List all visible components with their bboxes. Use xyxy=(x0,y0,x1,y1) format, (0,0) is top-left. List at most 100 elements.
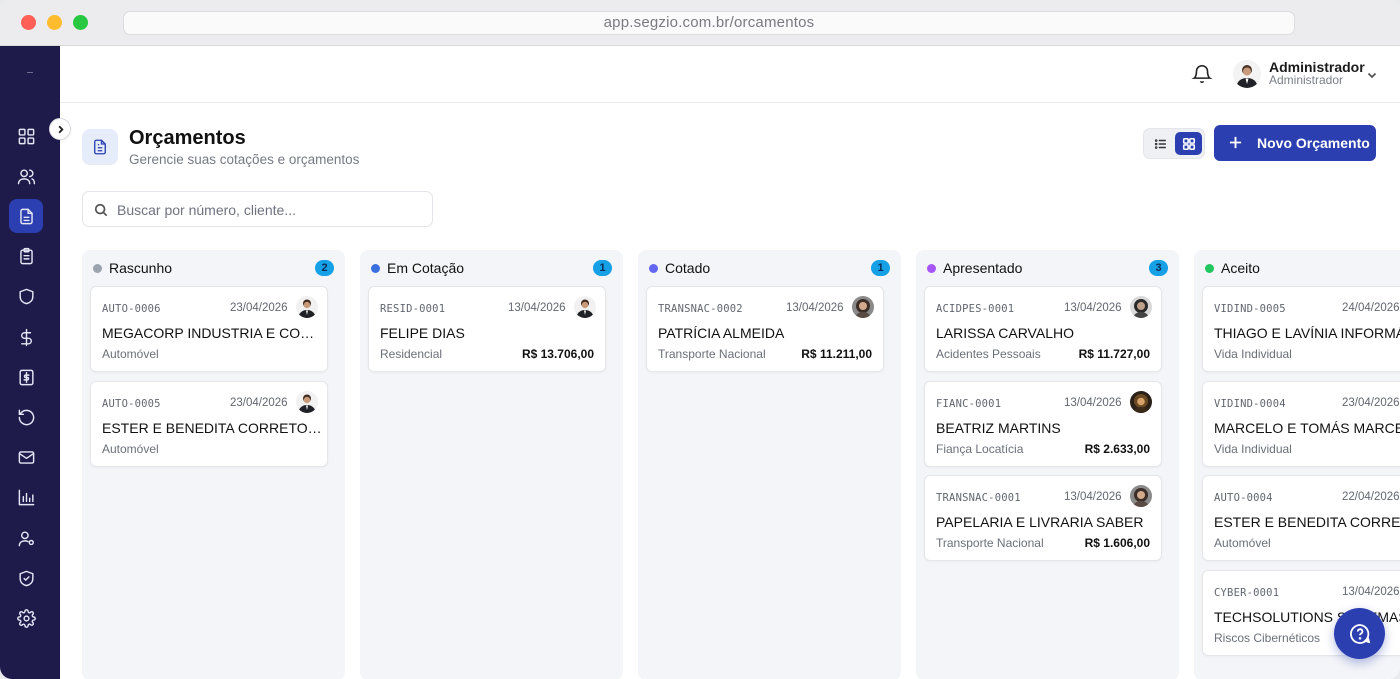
quote-card[interactable]: VIDIND-0004 23/04/2026 MARCELO E TOMÁS MAR… xyxy=(1202,380,1400,467)
sidebar-item-refresh[interactable] xyxy=(9,400,43,434)
column-count-badge: 1 xyxy=(593,260,612,276)
maximize-window-button[interactable] xyxy=(73,15,88,30)
column-title: Em Cotação xyxy=(387,260,465,276)
sidebar-item-shield-check[interactable] xyxy=(9,561,43,595)
client-name: ESTER E BENEDITA CORRETORES xyxy=(1214,514,1400,530)
sidebar-item-settings[interactable] xyxy=(9,601,43,635)
quote-code: AUTO-0005 xyxy=(102,397,161,410)
insurance-type: Residencial xyxy=(380,347,443,361)
search-icon xyxy=(94,203,108,217)
assignee-avatar xyxy=(296,390,318,413)
quote-date: 13/04/2026 xyxy=(1064,302,1122,314)
insurance-type: Vida Individual xyxy=(1214,441,1292,456)
user-role: Administrador xyxy=(1269,73,1344,87)
quote-card[interactable]: ACIDPES-0001 13/04/2026 LARISSA CARVALHO Ac… xyxy=(924,286,1162,372)
insurance-type: Automóvel xyxy=(1214,536,1271,550)
column-count-badge: 2 xyxy=(315,260,334,276)
sidebar-item-mail[interactable] xyxy=(9,441,43,475)
status-dot xyxy=(649,264,658,273)
client-name: THIAGO E LAVÍNIA INFORMÁTICA xyxy=(1214,325,1400,341)
quote-code: ACIDPES-0001 xyxy=(936,303,1015,315)
browser-window: app.segzio.com.br/orcamentos Administrad… xyxy=(0,0,1400,679)
sidebar-toggle-button[interactable] xyxy=(49,118,71,140)
assignee-avatar xyxy=(1130,390,1152,413)
notifications-button[interactable] xyxy=(1191,63,1213,85)
quote-card[interactable]: RESID-0001 13/04/2026 FELIPE DIAS Residenci… xyxy=(368,286,606,372)
close-window-button[interactable] xyxy=(21,15,36,30)
insurance-type: Riscos Cibernéticos xyxy=(1214,630,1321,645)
plus-icon xyxy=(1229,136,1242,149)
chevron-right-icon xyxy=(57,125,64,133)
quote-card[interactable]: VIDIND-0005 24/04/2026 THIAGO E LAVÍNIA IN… xyxy=(1202,286,1400,372)
assignee-avatar xyxy=(296,296,318,318)
sidebar-item-dollar[interactable] xyxy=(9,320,43,354)
insurance-type: Automóvel xyxy=(102,441,159,456)
column-title: Aceito xyxy=(1221,260,1260,276)
quote-card[interactable]: AUTO-0006 23/04/2026 MEGACORP INDUSTRIA E … xyxy=(90,286,328,372)
user-avatar[interactable] xyxy=(1233,60,1261,88)
search-box xyxy=(82,191,433,227)
quote-card[interactable]: TRANSNAC-0001 13/04/2026 PAPELARIA E LIVRA… xyxy=(924,475,1162,561)
client-name: MEGACORP INDUSTRIA E COMERCIO xyxy=(102,325,322,341)
assignee-avatar xyxy=(1130,485,1152,507)
client-name: PAPELARIA E LIVRARIA SABER xyxy=(936,514,1144,530)
quote-card[interactable]: AUTO-0004 22/04/2026 ESTER E BENEDITA CORR… xyxy=(1202,475,1400,561)
shield-check-icon xyxy=(18,570,34,587)
dashboard-icon xyxy=(18,128,34,144)
status-dot xyxy=(1205,264,1214,273)
document-icon xyxy=(94,139,106,155)
quote-date: 23/04/2026 xyxy=(230,396,288,409)
bar-chart-icon xyxy=(18,489,34,506)
column-header: Em Cotação 1 xyxy=(360,250,623,286)
sidebar-item-bar-chart[interactable] xyxy=(9,481,43,515)
column-title: Cotado xyxy=(665,260,711,276)
help-button[interactable] xyxy=(1334,608,1385,659)
settings-icon xyxy=(16,609,36,628)
client-name: BEATRIZ MARTINS xyxy=(936,419,1061,436)
user-settings-icon xyxy=(18,530,34,546)
insurance-type: Acidentes Pessoais xyxy=(936,347,1041,361)
column-count-badge: 1 xyxy=(871,260,890,276)
status-dot xyxy=(93,264,102,273)
sidebar-item-document[interactable] xyxy=(9,199,43,234)
quote-card[interactable]: FIANC-0001 13/04/2026 BEATRIZ MARTINS Fianç… xyxy=(924,380,1162,467)
new-quote-button[interactable]: Novo Orçamento xyxy=(1214,125,1376,161)
minimize-window-button[interactable] xyxy=(47,15,62,30)
quote-card[interactable]: TRANSNAC-0002 13/04/2026 PATRÍCIA ALMEIDA T… xyxy=(646,286,884,372)
quote-code: CYBER-0001 xyxy=(1214,586,1280,599)
quote-date: 24/04/2026 xyxy=(1342,302,1400,314)
kanban-column: Cotado 1 TRANSNAC-0002 13/04/2026 PATRÍCIA A… xyxy=(638,250,901,679)
grid-view-button[interactable] xyxy=(1175,132,1202,155)
user-menu-chevron[interactable] xyxy=(1366,68,1378,80)
client-name: MARCELO E TOMÁS MARCENARIA xyxy=(1214,419,1400,436)
sidebar-item-dashboard[interactable] xyxy=(9,119,43,153)
assignee-avatar xyxy=(1130,296,1152,318)
quote-value: R$ 13.706,00 xyxy=(521,347,594,361)
clipboard-icon xyxy=(19,247,33,265)
quote-date: 22/04/2026 xyxy=(1342,491,1400,503)
column-count-badge: 3 xyxy=(1149,260,1168,276)
quote-value: R$ 11.211,00 xyxy=(801,347,872,361)
column-header: Rascunho 2 xyxy=(82,250,345,286)
top-header: Administrador Administrador xyxy=(60,46,1400,103)
client-name: ESTER E BENEDITA CORRETORES xyxy=(102,419,322,436)
address-bar[interactable]: app.segzio.com.br/orcamentos xyxy=(123,11,1295,35)
list-view-button[interactable] xyxy=(1147,132,1174,155)
new-quote-label: Novo Orçamento xyxy=(1257,135,1370,151)
search-input[interactable] xyxy=(117,200,417,220)
quote-code: AUTO-0006 xyxy=(102,303,161,315)
bell-icon xyxy=(1191,65,1213,84)
quote-card[interactable]: AUTO-0005 23/04/2026 ESTER E BENEDITA CORR… xyxy=(90,380,328,467)
column-header: Aceito xyxy=(1194,250,1400,286)
quote-date: 13/04/2026 xyxy=(786,302,844,314)
sidebar-item-receipt-dollar[interactable] xyxy=(9,360,43,394)
sidebar-item-shield[interactable] xyxy=(9,280,43,314)
sidebar-item-clipboard[interactable] xyxy=(9,240,43,274)
grid-icon xyxy=(1182,137,1195,150)
quote-code: VIDIND-0004 xyxy=(1214,397,1286,410)
sidebar-item-user-settings[interactable] xyxy=(9,521,43,555)
status-dot xyxy=(927,264,936,273)
dollar-icon xyxy=(20,328,32,346)
sidebar-item-users[interactable] xyxy=(9,159,43,193)
page-icon xyxy=(82,129,118,165)
